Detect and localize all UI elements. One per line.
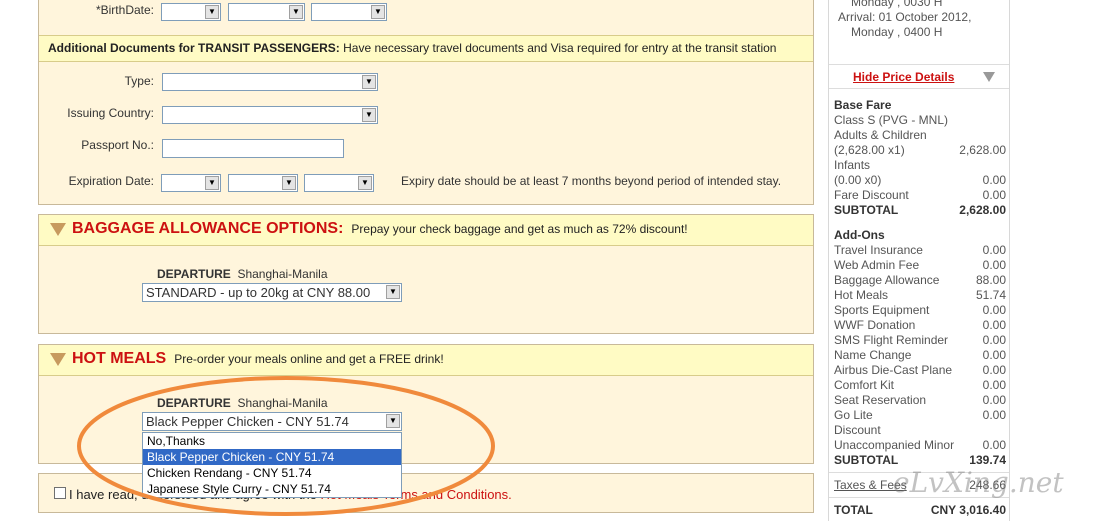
addon-row: Go Lite 0.00 [834,408,1006,422]
baggage-departure-label: DEPARTURE [157,267,231,281]
watermark-logo: eLvXing.net [893,466,1064,499]
price-sidebar: Monday , 0030 H Arrival: 01 October 2012… [828,0,1010,521]
triangle-down-icon [50,222,66,236]
addon-row: Unaccompanied Minor 0.00 [834,438,1006,452]
addon-row: Discount [834,423,881,437]
chevron-down-icon: ▼ [371,5,385,19]
infants-row: (0.00 x0) 0.00 [834,173,1006,187]
addon-row: Web Admin Fee 0.00 [834,258,1006,272]
addon-row: Name Change 0.00 [834,348,1006,362]
chevron-down-icon: ▼ [205,176,219,190]
transit-heading: Additional Documents for TRANSIT PASSENG… [48,41,340,55]
class-line: Class S (PVG - MNL) [834,113,949,127]
hot-meals-title: HOT MEALS [72,350,167,367]
expiration-month-select[interactable]: ▼ [228,174,298,192]
price-toggle-row: Hide Price Details [829,64,1009,89]
addon-row: Travel Insurance 0.00 [834,243,1006,257]
hot-meals-header: HOT MEALS Pre-order your meals online and… [50,350,444,368]
baggage-select[interactable]: STANDARD - up to 20kg at CNY 88.00 ▼ [142,283,402,302]
departure-time: Monday , 0030 H [851,0,943,9]
fare-discount-row: Fare Discount 0.00 [834,188,1006,202]
expiry-note: Expiry date should be at least 7 months … [401,174,782,188]
addon-row: Baggage Allowance 88.00 [834,273,1006,287]
birth-year-select[interactable]: ▼ [311,3,387,21]
birthdate-label: *BirthDate: [95,3,154,17]
triangle-down-icon[interactable] [983,72,995,82]
arrival-time: Monday , 0400 H [851,25,943,39]
chevron-down-icon: ▼ [289,5,303,19]
hot-meals-subtitle: Pre-order your meals online and get a FR… [174,352,444,366]
chevron-down-icon: ▼ [358,176,372,190]
baggage-selected-value: STANDARD - up to 20kg at CNY 88.00 [146,285,371,300]
addons-heading: Add-Ons [834,228,885,242]
addon-row: SMS Flight Reminder 0.00 [834,333,1006,347]
highlight-ellipse [77,376,495,516]
expiration-year-select[interactable]: ▼ [304,174,374,192]
hide-price-details-link[interactable]: Hide Price Details [853,70,954,84]
addon-row: WWF Donation 0.00 [834,318,1006,332]
chevron-down-icon: ▼ [362,108,376,122]
birth-day-select[interactable]: ▼ [161,3,221,21]
chevron-down-icon: ▼ [205,5,219,19]
chevron-down-icon: ▼ [386,285,400,299]
total-row: TOTAL CNY 3,016.40 [834,503,1006,517]
baggage-departure: DEPARTURE Shanghai-Manila [157,267,328,281]
issuing-country-label: Issuing Country: [67,106,154,120]
baggage-header: BAGGAGE ALLOWANCE OPTIONS: Prepay your ch… [50,220,688,238]
chevron-down-icon: ▼ [282,176,296,190]
transit-note: Have necessary travel documents and Visa… [343,41,777,55]
addon-row: Airbus Die-Cast Plane 0.00 [834,363,1006,377]
base-fare-heading: Base Fare [834,98,892,112]
arrival-date: Arrival: 01 October 2012, [838,10,972,24]
document-type-label: Type: [124,74,154,88]
addon-row: Seat Reservation 0.00 [834,393,1006,407]
baggage-route: Shanghai-Manila [237,267,328,281]
triangle-down-icon [50,352,66,366]
addon-row: Hot Meals 51.74 [834,288,1006,302]
expiration-date-label: Expiration Date: [68,174,154,188]
expiration-day-select[interactable]: ▼ [161,174,221,192]
adults-label: Adults & Children [834,128,927,142]
birth-month-select[interactable]: ▼ [228,3,305,21]
baggage-title: BAGGAGE ALLOWANCE OPTIONS: [72,220,344,237]
chevron-down-icon: ▼ [362,75,376,89]
addon-row: Sports Equipment 0.00 [834,303,1006,317]
passport-input[interactable] [162,139,344,158]
infants-label: Infants [834,158,871,172]
subtotal-base-row: SUBTOTAL 2,628.00 [834,203,1006,217]
terms-checkbox[interactable] [54,487,66,499]
flight-times: Monday , 0030 H Arrival: 01 October 2012… [838,0,971,40]
issuing-country-select[interactable]: ▼ [162,106,378,124]
addon-row: Comfort Kit 0.00 [834,378,1006,392]
passport-label: Passport No.: [81,138,154,152]
transit-notice: Additional Documents for TRANSIT PASSENG… [48,41,776,55]
document-type-select[interactable]: ▼ [162,73,378,91]
baggage-subtitle: Prepay your check baggage and get as muc… [351,222,688,236]
adults-row: (2,628.00 x1) 2,628.00 [834,143,1006,157]
